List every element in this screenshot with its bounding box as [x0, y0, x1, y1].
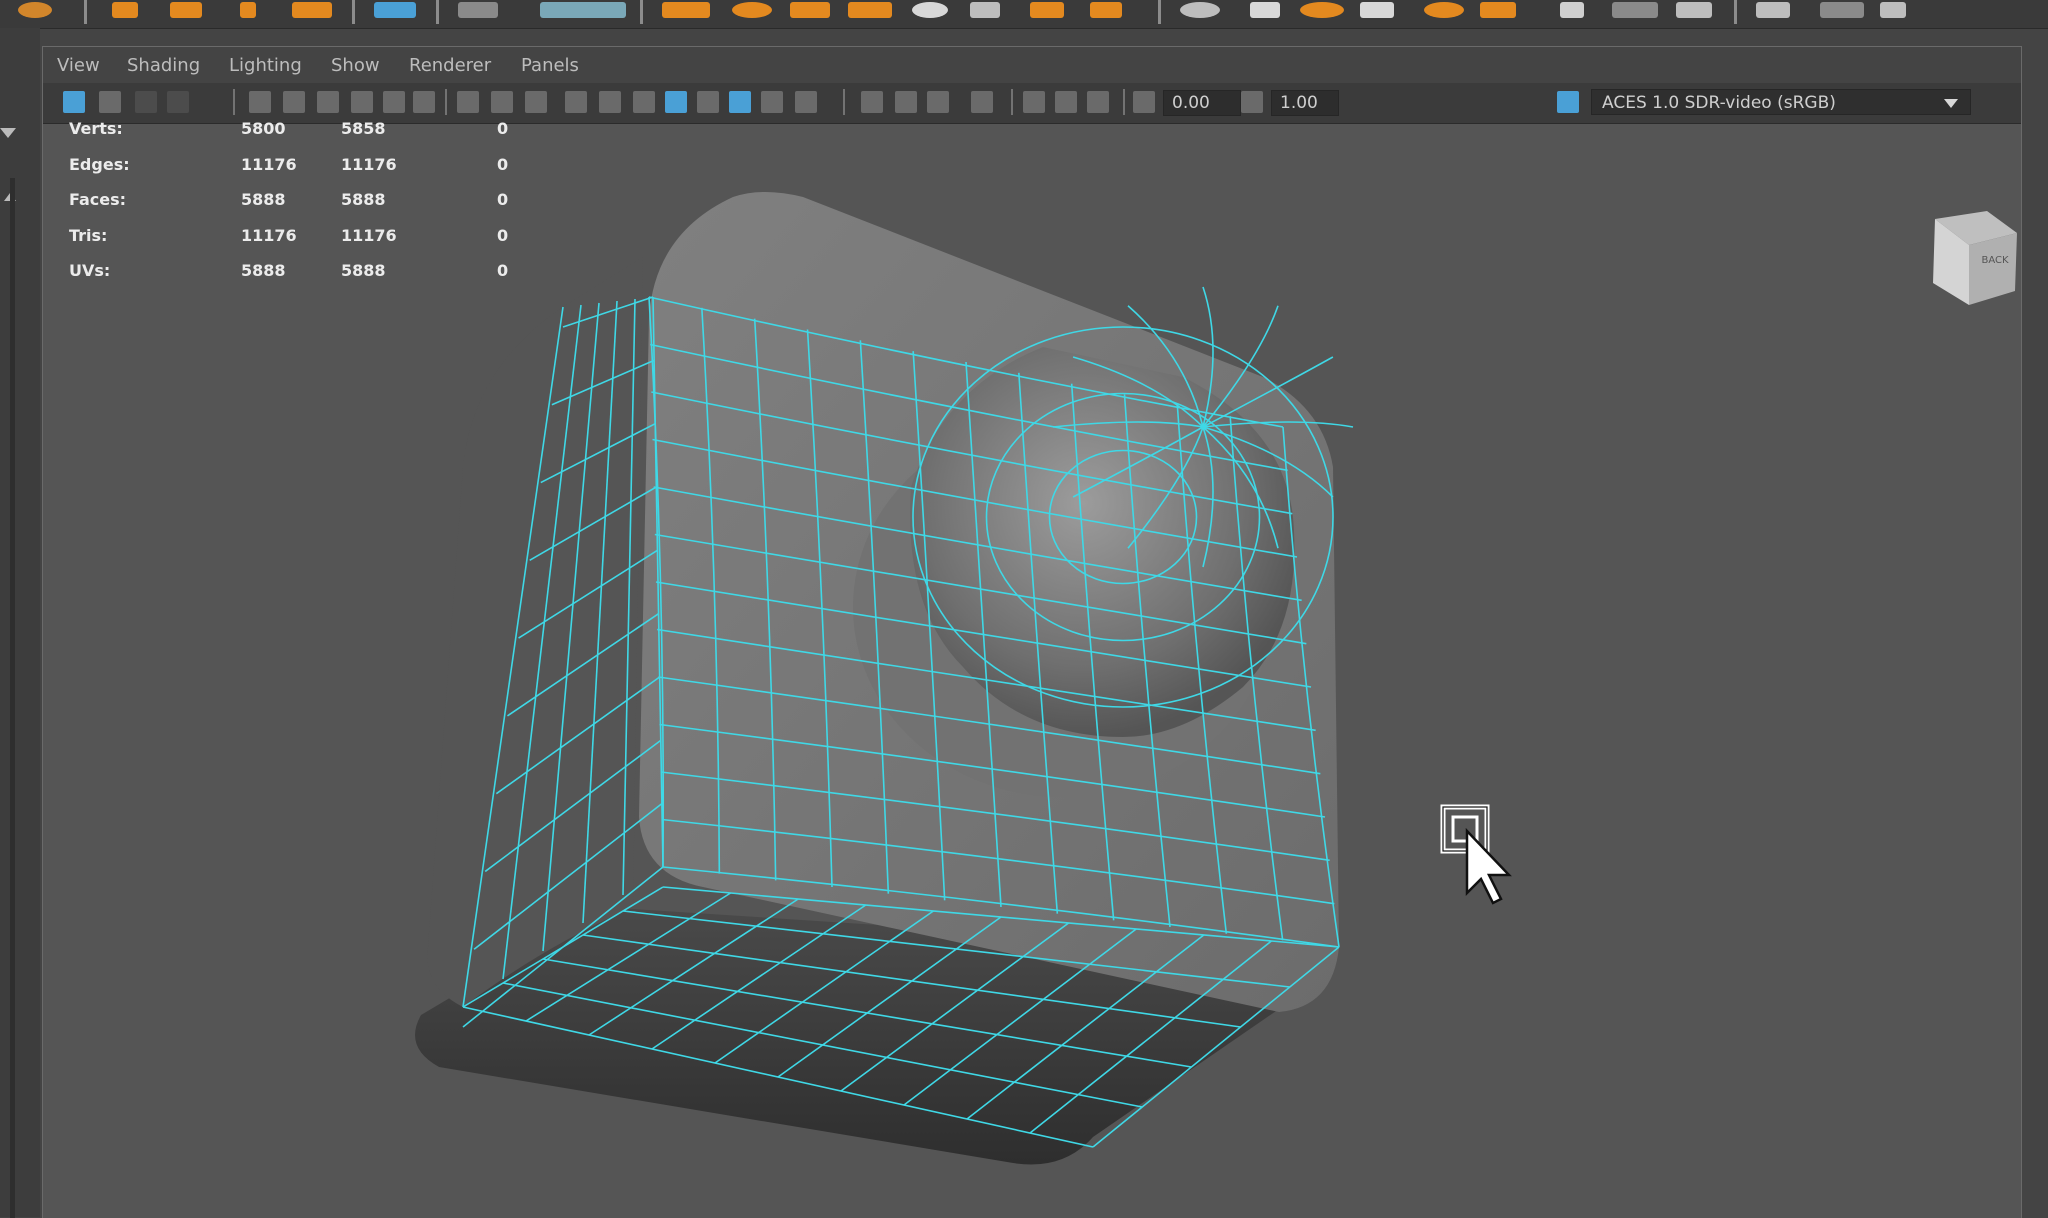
hud-label: Verts:	[69, 119, 123, 138]
shelf-tool-icon[interactable]	[1360, 2, 1394, 18]
shelf-tool-icon[interactable]	[1480, 2, 1516, 18]
hud-label: Faces:	[69, 190, 127, 209]
shelf-separator	[84, 0, 87, 24]
hud-row: Verts: 5800 5858 0	[69, 119, 519, 143]
shelf-tool-icon[interactable]	[1880, 2, 1906, 18]
hud-row: UVs: 5888 5888 0	[69, 261, 519, 285]
shelf-separator	[352, 0, 355, 24]
shelf-tool-icon[interactable]	[18, 2, 52, 18]
shelf-tool-icon[interactable]	[540, 2, 626, 18]
shelf-toolbar	[0, 0, 2048, 29]
shelf-tool-icon[interactable]	[292, 2, 332, 18]
hud-value-selected: 5888	[341, 190, 386, 209]
collapse-arrow-icon[interactable]	[0, 128, 16, 138]
hud-value-extra: 0	[497, 190, 509, 209]
shelf-separator	[1158, 0, 1161, 24]
shelf-tool-icon[interactable]	[458, 2, 498, 18]
shelf-tool-icon[interactable]	[1250, 2, 1280, 18]
panel-scrollbar[interactable]	[10, 178, 15, 1218]
hud-value-total: 11176	[241, 225, 297, 245]
scene-3d-view[interactable]	[43, 47, 2021, 1218]
shelf-tool-icon[interactable]	[912, 2, 948, 18]
shelf-tool-icon[interactable]	[240, 2, 256, 18]
hud-value-selected: 11176	[341, 225, 397, 245]
shelf-separator	[436, 0, 439, 24]
shelf-separator	[1734, 0, 1737, 24]
hud-value-total: 5800	[241, 119, 286, 138]
shelf-tool-icon[interactable]	[970, 2, 1000, 18]
left-panel-strip	[0, 28, 40, 1218]
shelf-tool-icon[interactable]	[1612, 2, 1658, 18]
hud-value-selected: 5858	[341, 119, 386, 138]
hud-value-selected: 11176	[341, 154, 397, 174]
hud-row: Faces: 5888 5888 0	[69, 190, 519, 214]
hud-value-total: 5888	[241, 261, 286, 280]
shelf-tool-icon[interactable]	[1090, 2, 1122, 18]
hud-label: Tris:	[69, 225, 108, 245]
shelf-tool-icon[interactable]	[1756, 2, 1790, 18]
hud-row: Tris: 11176 11176 0	[69, 226, 519, 250]
shelf-tool-icon[interactable]	[170, 2, 202, 18]
arrow-cursor-icon	[1440, 804, 1512, 905]
hud-value-total: 5888	[241, 190, 286, 209]
shelf-tool-icon[interactable]	[1030, 2, 1064, 18]
shelf-tool-icon[interactable]	[790, 2, 830, 18]
shelf-separator	[640, 0, 643, 24]
hud-value-selected: 5888	[341, 261, 386, 280]
hud-value-total: 11176	[241, 154, 297, 174]
shelf-tool-icon[interactable]	[1300, 2, 1344, 18]
shelf-tool-icon[interactable]	[1820, 2, 1864, 18]
shelf-tool-icon[interactable]	[374, 2, 416, 18]
viewcube-face-label: BACK	[1981, 255, 2009, 266]
hud-row: Edges: 11176 11176 0	[69, 155, 519, 179]
shelf-tool-icon[interactable]	[1424, 2, 1464, 18]
hud-value-extra: 0	[497, 154, 509, 174]
hud-label: Edges:	[69, 154, 130, 174]
shelf-tool-icon[interactable]	[1676, 2, 1712, 18]
shelf-tool-icon[interactable]	[112, 2, 138, 18]
shelf-tool-icon[interactable]	[732, 2, 772, 18]
viewcube-navigator[interactable]: BACK	[1905, 205, 2025, 315]
hud-value-extra: 0	[497, 261, 509, 280]
hud-value-extra: 0	[497, 225, 509, 245]
shelf-tool-icon[interactable]	[1180, 2, 1220, 18]
shelf-tool-icon[interactable]	[848, 2, 892, 18]
cube-left-face	[427, 257, 643, 1007]
shelf-tool-icon[interactable]	[1560, 2, 1584, 18]
hud-value-extra: 0	[497, 119, 509, 138]
hud-label: UVs:	[69, 261, 111, 280]
viewport-panel[interactable]: View Shading Lighting Show Renderer Pane…	[42, 46, 2022, 1218]
shelf-tool-icon[interactable]	[662, 2, 710, 18]
